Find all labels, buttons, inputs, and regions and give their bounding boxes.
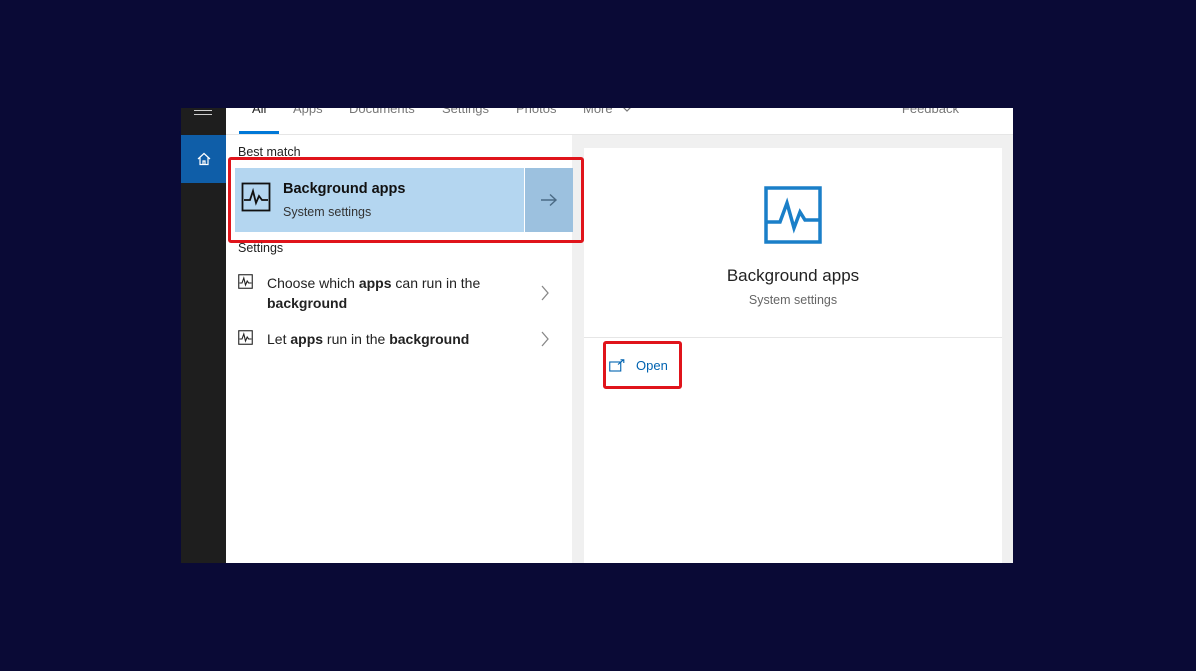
tab-photos[interactable]: Photos — [516, 108, 556, 116]
label-match: background — [267, 295, 348, 311]
preview-title: Background apps — [726, 266, 860, 285]
tab-apps[interactable]: Apps — [293, 108, 323, 116]
hamburger-menu-icon[interactable] — [194, 110, 212, 118]
label-text: Choose which — [267, 275, 359, 291]
home-icon — [197, 152, 210, 166]
background-apps-icon — [764, 186, 822, 244]
chevron-right-icon — [541, 331, 549, 347]
left-rail — [181, 108, 226, 563]
settings-result-label: Choose which apps can run in the backgro… — [267, 273, 517, 313]
label-text: run in the — [323, 331, 390, 347]
settings-result-choose-apps[interactable]: Choose which apps can run in the backgro… — [238, 273, 568, 315]
search-window: All Apps Documents Settings Photos More … — [181, 108, 1013, 563]
tab-all[interactable]: All — [252, 108, 266, 116]
home-button[interactable] — [181, 135, 226, 183]
settings-result-label: Let apps run in the background — [267, 329, 517, 349]
background-apps-icon — [238, 330, 253, 345]
chevron-down-icon — [623, 108, 632, 112]
open-button-highlight-box — [603, 341, 682, 389]
settings-result-let-apps-run[interactable]: Let apps run in the background — [238, 329, 568, 351]
label-match: background — [389, 331, 470, 347]
best-match-highlight-box — [228, 157, 584, 243]
label-match: apps — [290, 331, 324, 347]
filter-tab-bar: All Apps Documents Settings Photos More … — [226, 108, 1013, 135]
tab-more[interactable]: More — [583, 108, 632, 116]
background-apps-icon — [238, 274, 253, 289]
tab-documents[interactable]: Documents — [349, 108, 415, 116]
tab-more-label: More — [583, 108, 613, 116]
active-tab-indicator — [239, 131, 279, 134]
preview-subtitle: System settings — [748, 293, 838, 307]
feedback-link[interactable]: Feedback — [902, 108, 959, 116]
preview-divider — [584, 337, 1002, 338]
chevron-right-icon — [541, 285, 549, 301]
tab-settings[interactable]: Settings — [442, 108, 489, 116]
label-match: apps — [358, 275, 392, 291]
settings-heading: Settings — [238, 241, 284, 255]
label-text: Let — [267, 331, 291, 347]
label-text: can run in the — [391, 275, 481, 291]
